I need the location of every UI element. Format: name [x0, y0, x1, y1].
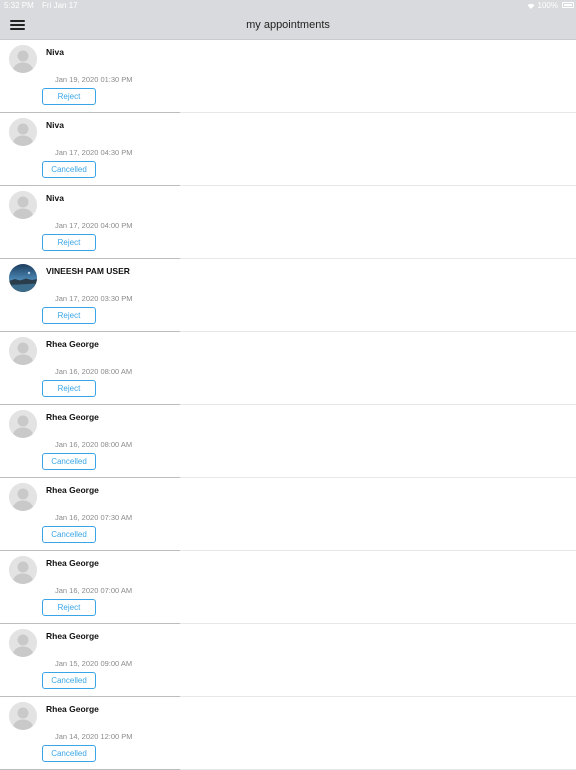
cancelled-button[interactable]: Cancelled	[42, 745, 96, 762]
appointment-row-9: Rhea George Jan 14, 2020 12:00 PM Cancel…	[0, 697, 576, 770]
avatar	[9, 264, 37, 292]
person-placeholder-icon	[9, 337, 37, 365]
avatar	[9, 191, 37, 219]
cancelled-button[interactable]: Cancelled	[42, 672, 96, 689]
appointment-name: Rhea George	[46, 485, 99, 495]
appointment-name: Niva	[46, 47, 64, 57]
appointment-row-5: Rhea George Jan 16, 2020 08:00 AM Cancel…	[0, 405, 576, 478]
appointment-datetime: Jan 17, 2020 03:30 PM	[55, 294, 133, 303]
appointment-name: Rhea George	[46, 339, 99, 349]
appointment-datetime: Jan 16, 2020 07:00 AM	[55, 586, 133, 595]
avatar	[9, 118, 37, 146]
reject-button[interactable]: Reject	[42, 234, 96, 251]
appointment-row-1: Niva Jan 17, 2020 04:30 PM Cancelled	[0, 113, 576, 186]
avatar	[9, 45, 37, 73]
reject-button[interactable]: Reject	[42, 380, 96, 397]
appointment-name: Niva	[46, 120, 64, 130]
appointment-row-6: Rhea George Jan 16, 2020 07:30 AM Cancel…	[0, 478, 576, 551]
cancelled-button[interactable]: Cancelled	[42, 161, 96, 178]
person-placeholder-icon	[9, 45, 37, 73]
avatar	[9, 410, 37, 438]
appointment-name: Rhea George	[46, 704, 99, 714]
status-date: Fri Jan 17	[42, 1, 78, 10]
battery-icon	[562, 2, 574, 8]
status-bar: 5:32 PM Fri Jan 17 100%	[0, 0, 576, 11]
avatar	[9, 556, 37, 584]
appointment-datetime: Jan 14, 2020 12:00 PM	[55, 732, 133, 741]
person-placeholder-icon	[9, 702, 37, 730]
appointment-datetime: Jan 16, 2020 08:00 AM	[55, 367, 133, 376]
person-placeholder-icon	[9, 629, 37, 657]
cancelled-button[interactable]: Cancelled	[42, 453, 96, 470]
reject-button[interactable]: Reject	[42, 88, 96, 105]
appointment-name: Rhea George	[46, 631, 99, 641]
appointment-datetime: Jan 16, 2020 07:30 AM	[55, 513, 133, 522]
person-placeholder-icon	[9, 483, 37, 511]
appointment-row-4: Rhea George Jan 16, 2020 08:00 AM Reject	[0, 332, 576, 405]
person-placeholder-icon	[9, 191, 37, 219]
appointment-row-0: Niva Jan 19, 2020 01:30 PM Reject	[0, 40, 576, 113]
avatar	[9, 483, 37, 511]
appointment-row-2: Niva Jan 17, 2020 04:00 PM Reject	[0, 186, 576, 259]
nav-bar: my appointments	[0, 11, 576, 40]
person-placeholder-icon	[9, 556, 37, 584]
reject-button[interactable]: Reject	[42, 307, 96, 324]
appointment-name: Rhea George	[46, 558, 99, 568]
page-title: my appointments	[246, 19, 330, 31]
person-placeholder-icon	[9, 118, 37, 146]
appointment-row-7: Rhea George Jan 16, 2020 07:00 AM Reject	[0, 551, 576, 624]
cancelled-button[interactable]: Cancelled	[42, 526, 96, 543]
avatar	[9, 629, 37, 657]
appointments-list: Niva Jan 19, 2020 01:30 PM Reject Niva J…	[0, 40, 576, 770]
appointment-name: Niva	[46, 193, 64, 203]
person-placeholder-icon	[9, 410, 37, 438]
reject-button[interactable]: Reject	[42, 599, 96, 616]
status-left: 5:32 PM Fri Jan 17	[4, 1, 84, 10]
appointment-datetime: Jan 16, 2020 08:00 AM	[55, 440, 133, 449]
appointment-datetime: Jan 19, 2020 01:30 PM	[55, 75, 133, 84]
appointment-datetime: Jan 15, 2020 09:00 AM	[55, 659, 133, 668]
user-photo-icon	[9, 264, 37, 292]
appointment-name: Rhea George	[46, 412, 99, 422]
battery-percent: 100%	[537, 1, 558, 10]
status-right: 100%	[527, 1, 558, 10]
appointment-name: VINEESH PAM USER	[46, 266, 130, 276]
appointment-datetime: Jan 17, 2020 04:30 PM	[55, 148, 133, 157]
appointment-datetime: Jan 17, 2020 04:00 PM	[55, 221, 133, 230]
appointment-row-3: VINEESH PAM USER Jan 17, 2020 03:30 PM R…	[0, 259, 576, 332]
wifi-icon	[527, 3, 535, 9]
status-time: 5:32 PM	[4, 1, 34, 10]
appointment-row-8: Rhea George Jan 15, 2020 09:00 AM Cancel…	[0, 624, 576, 697]
avatar	[9, 702, 37, 730]
avatar	[9, 337, 37, 365]
